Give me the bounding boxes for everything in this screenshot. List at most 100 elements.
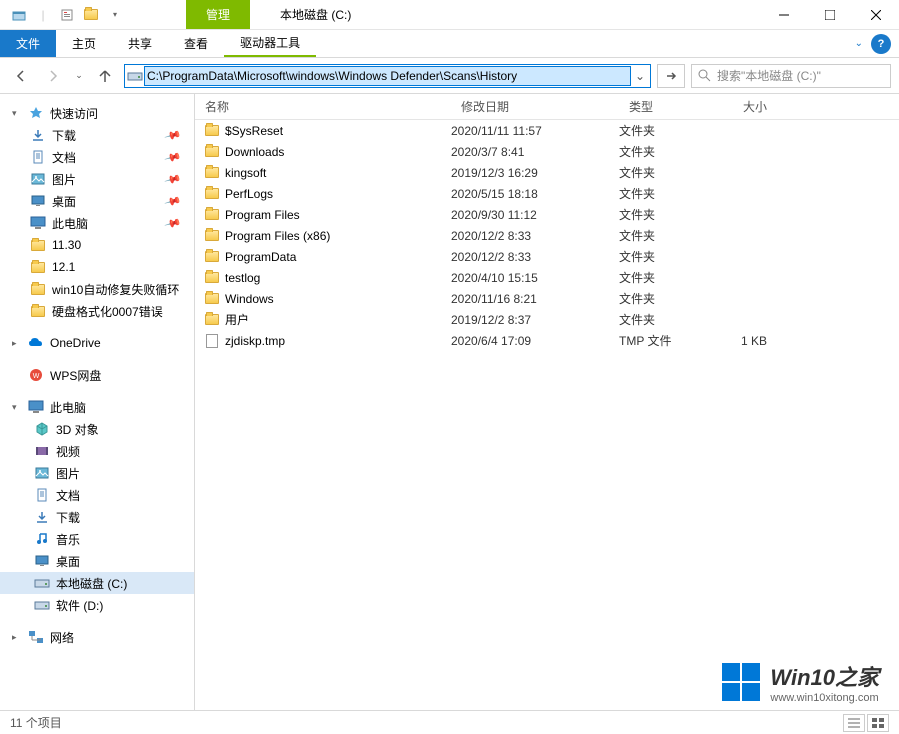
folder-icon: [203, 249, 221, 265]
column-size[interactable]: 大小: [705, 98, 785, 115]
status-bar: 11 个项目: [0, 710, 899, 734]
pin-icon: 📌: [164, 170, 182, 188]
sidebar-pc-item[interactable]: 3D 对象: [0, 418, 194, 440]
ribbon-tabbar: 文件 主页 共享 查看 驱动器工具 ⌄ ?: [0, 30, 899, 58]
file-name: PerfLogs: [221, 187, 451, 201]
nav-onedrive[interactable]: ▸ OneDrive: [0, 332, 194, 354]
sidebar-pc-item[interactable]: 图片: [0, 462, 194, 484]
maximize-button[interactable]: [807, 0, 853, 30]
tab-file[interactable]: 文件: [0, 30, 56, 57]
cloud-icon: [28, 335, 44, 351]
nav-wps[interactable]: W WPS网盘: [0, 364, 194, 386]
file-date: 2020/4/10 15:15: [451, 271, 619, 285]
file-date: 2020/11/16 8:21: [451, 292, 619, 306]
column-date[interactable]: 修改日期: [451, 98, 619, 115]
view-details-button[interactable]: [843, 714, 865, 732]
file-row[interactable]: kingsoft2019/12/3 16:29文件夹: [195, 162, 899, 183]
column-type[interactable]: 类型: [619, 98, 705, 115]
file-date: 2020/11/11 11:57: [451, 124, 619, 138]
nav-this-pc[interactable]: ▾ 此电脑: [0, 396, 194, 418]
file-row[interactable]: PerfLogs2020/5/15 18:18文件夹: [195, 183, 899, 204]
file-row[interactable]: Windows2020/11/16 8:21文件夹: [195, 288, 899, 309]
sidebar-quick-item[interactable]: 此电脑📌: [0, 212, 194, 234]
close-button[interactable]: [853, 0, 899, 30]
titlebar: | ▾ 管理 本地磁盘 (C:): [0, 0, 899, 30]
download-icon: [34, 509, 50, 525]
tab-drive-tools[interactable]: 驱动器工具: [224, 30, 316, 57]
sidebar-pc-item[interactable]: 音乐: [0, 528, 194, 550]
minimize-button[interactable]: [761, 0, 807, 30]
search-input[interactable]: 搜索"本地磁盘 (C:)": [691, 64, 891, 88]
file-type: 文件夹: [619, 269, 705, 286]
help-icon[interactable]: ?: [871, 34, 891, 54]
file-list[interactable]: 名称 修改日期 类型 大小 $SysReset2020/11/11 11:57文…: [195, 94, 899, 710]
file-row[interactable]: Program Files (x86)2020/12/2 8:33文件夹: [195, 225, 899, 246]
qat-properties-icon[interactable]: [56, 4, 78, 26]
file-name: $SysReset: [221, 124, 451, 138]
file-row[interactable]: testlog2020/4/10 15:15文件夹: [195, 267, 899, 288]
windows-logo-icon: [722, 663, 760, 701]
file-row[interactable]: Downloads2020/3/7 8:41文件夹: [195, 141, 899, 162]
qat-dropdown-icon[interactable]: ▾: [104, 4, 126, 26]
drive-icon: [125, 70, 145, 82]
folder-icon: [30, 237, 46, 253]
sidebar-quick-item[interactable]: 图片📌: [0, 168, 194, 190]
sidebar-quick-item[interactable]: 下载📌: [0, 124, 194, 146]
folder-icon: [203, 228, 221, 244]
file-row[interactable]: 用户2019/12/2 8:37文件夹: [195, 309, 899, 330]
nav-quick-access[interactable]: ▾ 快速访问: [0, 102, 194, 124]
chevron-right-icon[interactable]: ▸: [12, 632, 22, 643]
tab-view[interactable]: 查看: [168, 30, 224, 57]
sidebar-pc-item[interactable]: 桌面: [0, 550, 194, 572]
watermark: Win10之家 www.win10xitong.com: [722, 660, 879, 704]
address-dropdown-icon[interactable]: ⌄: [630, 69, 650, 83]
sidebar-quick-item[interactable]: 硬盘格式化0007错误: [0, 300, 194, 322]
file-name: zjdiskp.tmp: [221, 334, 451, 348]
chevron-down-icon[interactable]: ▾: [12, 402, 22, 413]
drive-icon: [34, 597, 50, 613]
sidebar-pc-item[interactable]: 软件 (D:): [0, 594, 194, 616]
file-type: 文件夹: [619, 311, 705, 328]
sidebar-pc-item[interactable]: 文档: [0, 484, 194, 506]
doc-icon: [30, 149, 46, 165]
sidebar-pc-item[interactable]: 下载: [0, 506, 194, 528]
pin-icon: 📌: [164, 192, 182, 210]
sidebar-pc-item[interactable]: 视频: [0, 440, 194, 462]
ribbon-expand-icon[interactable]: ⌄: [855, 38, 863, 49]
address-text[interactable]: C:\ProgramData\Microsoft\windows\Windows…: [145, 67, 630, 85]
sidebar-pc-item[interactable]: 本地磁盘 (C:): [0, 572, 194, 594]
navigation-pane[interactable]: ▾ 快速访问 下载📌文档📌图片📌桌面📌此电脑📌11.3012.1win10自动修…: [0, 94, 195, 710]
qat-newfolder-icon[interactable]: [80, 4, 102, 26]
star-icon: [28, 105, 44, 121]
sidebar-quick-item[interactable]: 桌面📌: [0, 190, 194, 212]
drive-icon: [34, 575, 50, 591]
file-row[interactable]: ProgramData2020/12/2 8:33文件夹: [195, 246, 899, 267]
file-row[interactable]: $SysReset2020/11/11 11:57文件夹: [195, 120, 899, 141]
chevron-right-icon[interactable]: ▸: [12, 338, 22, 349]
address-input[interactable]: C:\ProgramData\Microsoft\windows\Windows…: [124, 64, 651, 88]
folder-icon: [203, 270, 221, 286]
file-row[interactable]: Program Files2020/9/30 11:12文件夹: [195, 204, 899, 225]
sidebar-quick-item[interactable]: 文档📌: [0, 146, 194, 168]
column-name[interactable]: 名称: [195, 98, 451, 115]
tab-share[interactable]: 共享: [112, 30, 168, 57]
file-name: 用户: [221, 311, 451, 328]
tab-home[interactable]: 主页: [56, 30, 112, 57]
up-button[interactable]: [92, 63, 118, 89]
app-icon: [8, 4, 30, 26]
file-type: TMP 文件: [619, 332, 705, 349]
go-button[interactable]: [657, 64, 685, 88]
nav-network[interactable]: ▸ 网络: [0, 626, 194, 648]
recent-button[interactable]: ⌄: [72, 63, 86, 89]
view-large-button[interactable]: [867, 714, 889, 732]
file-type: 文件夹: [619, 206, 705, 223]
file-name: testlog: [221, 271, 451, 285]
chevron-down-icon[interactable]: ▾: [12, 108, 22, 119]
folder-icon: [30, 281, 46, 297]
forward-button[interactable]: [40, 63, 66, 89]
sidebar-quick-item[interactable]: 11.30: [0, 234, 194, 256]
sidebar-quick-item[interactable]: 12.1: [0, 256, 194, 278]
file-row[interactable]: zjdiskp.tmp2020/6/4 17:09TMP 文件1 KB: [195, 330, 899, 351]
back-button[interactable]: [8, 63, 34, 89]
sidebar-quick-item[interactable]: win10自动修复失败循环: [0, 278, 194, 300]
